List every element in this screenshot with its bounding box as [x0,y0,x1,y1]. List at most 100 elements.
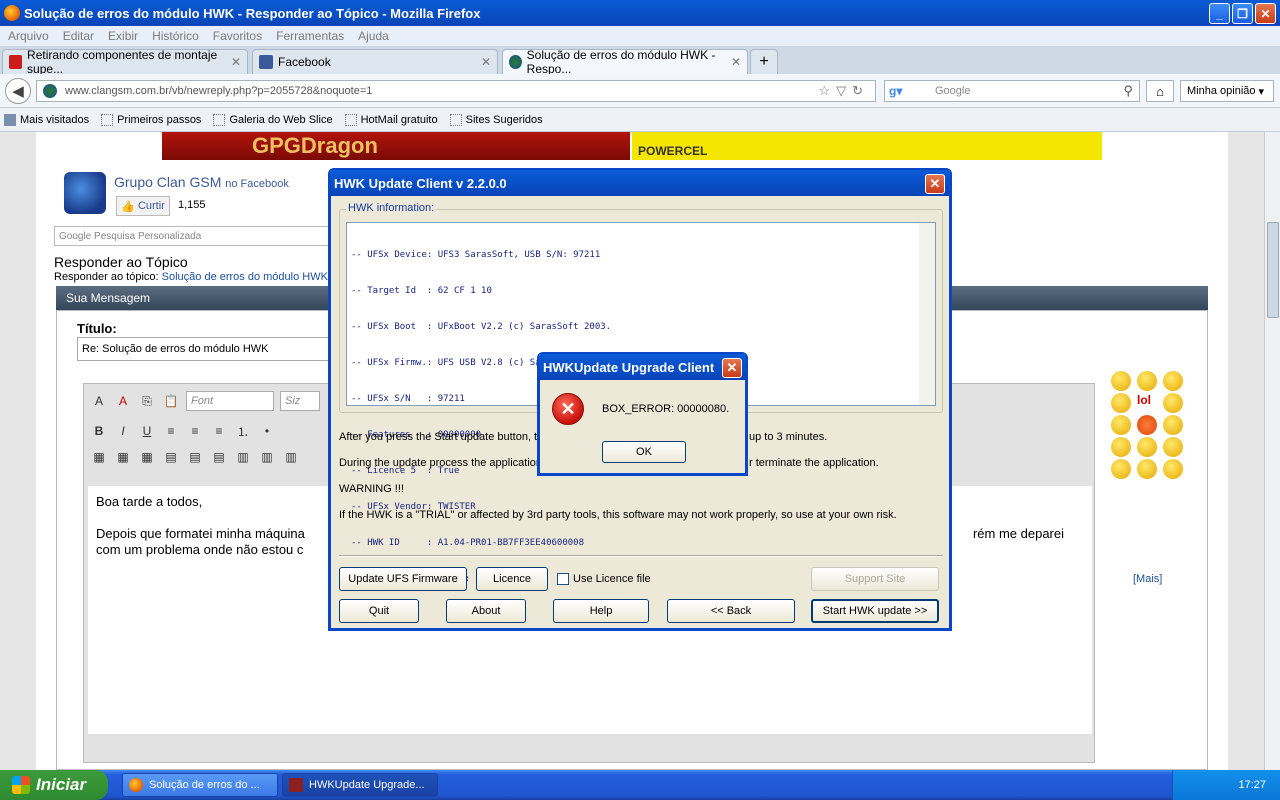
close-tab-icon[interactable]: ✕ [231,55,241,69]
menu-editar[interactable]: Editar [63,29,94,43]
smiley-icon[interactable] [1111,459,1131,479]
menu-favoritos[interactable]: Favoritos [213,29,262,43]
banner-gpgdragon[interactable]: GPGDragon [162,132,630,160]
smiley-icon[interactable] [1111,393,1131,413]
menu-exibir[interactable]: Exibir [108,29,138,43]
minimize-button[interactable]: _ [1209,3,1230,24]
start-update-button[interactable]: Start HWK update >> [811,599,939,623]
smiley-icon[interactable] [1111,437,1131,457]
smiley-icon[interactable] [1163,371,1183,391]
clock[interactable]: 17:27 [1238,779,1266,791]
bullet-list-icon[interactable]: • [258,422,276,440]
table-icon[interactable]: ▦ [138,448,156,466]
opinion-dropdown[interactable]: Minha opinião ▾ [1180,80,1274,102]
google-custom-search[interactable]: Google Pesquisa Personalizada [54,226,334,246]
home-button[interactable]: ⌂ [1146,80,1174,102]
size-select[interactable]: Siz [280,391,320,411]
licence-button[interactable]: Licence [476,567,548,591]
help-button[interactable]: Help [553,599,649,623]
menu-ferramentas[interactable]: Ferramentas [276,29,344,43]
smiley-icon[interactable] [1163,459,1183,479]
scrollbar-thumb[interactable] [1267,222,1279,318]
align-center-icon[interactable]: ≡ [186,422,204,440]
search-input[interactable]: g▾ Google ⚲ [884,80,1140,102]
menu-arquivo[interactable]: Arquivo [8,29,49,43]
menu-ajuda[interactable]: Ajuda [358,29,389,43]
bookmark-hotmail[interactable]: HotMail gratuito [344,113,438,126]
tab-hwk[interactable]: Solução de erros do módulo HWK - Respo..… [502,48,748,76]
row-insert-icon[interactable]: ▤ [162,448,180,466]
hwk-close-button[interactable]: ✕ [925,174,945,194]
bold-icon[interactable]: B [90,422,108,440]
lol-icon[interactable]: lol [1137,393,1157,413]
align-right-icon[interactable]: ≡ [210,422,228,440]
column-delete-icon[interactable]: ▥ [282,448,300,466]
tab-facebook[interactable]: Facebook ✕ [252,49,498,74]
window-title: Solução de erros do módulo HWK - Respond… [24,5,481,21]
error-close-button[interactable]: ✕ [722,358,742,378]
smiley-icon[interactable] [1137,459,1157,479]
like-button[interactable]: 👍 Curtir [116,196,170,216]
font-style-icon[interactable]: A [90,392,108,410]
close-tab-icon[interactable]: ✕ [481,55,491,69]
more-smilies-link[interactable]: [Mais] [1133,573,1162,585]
checkbox-box[interactable] [557,573,569,585]
bookmark-primeiros-passos[interactable]: Primeiros passos [101,113,201,126]
smiley-icon[interactable] [1137,437,1157,457]
smiley-icon[interactable] [1137,371,1157,391]
group-logo[interactable] [64,172,106,214]
taskbar-firefox[interactable]: Solução de erros do ... [122,773,278,797]
topic-link[interactable]: Solução de erros do módulo HWK [162,271,328,283]
url-actions-icon[interactable]: ☆▽↻ [818,83,869,99]
use-licence-checkbox[interactable]: Use Licence file [557,573,651,585]
like-count: 1,155 [178,199,206,211]
log-scrollbar[interactable] [919,223,935,405]
back-step-button[interactable]: << Back [667,599,795,623]
title-label: Título: [77,321,117,336]
bookmark-mais-visitados[interactable]: Mais visitados [4,113,89,126]
numbered-list-icon[interactable]: ⒈ [234,422,252,440]
close-window-button[interactable]: ✕ [1255,3,1276,24]
align-left-icon[interactable]: ≡ [162,422,180,440]
copy-icon[interactable]: ⎘ [138,392,156,410]
ok-button[interactable]: OK [602,441,686,463]
url-bar[interactable]: www.clangsm.com.br/vb/newreply.php?p=205… [36,80,876,102]
bookmark-web-slice[interactable]: Galeria do Web Slice [213,113,333,126]
facebook-group-name[interactable]: Grupo Clan GSM no Facebook [114,174,289,190]
close-tab-icon[interactable]: ✕ [731,55,741,69]
smiley-icon[interactable] [1111,371,1131,391]
font-color-icon[interactable]: A [114,392,132,410]
heart-icon[interactable] [1137,415,1157,435]
start-button[interactable]: Iniciar [0,770,108,800]
support-site-button[interactable]: Support Site [811,567,939,591]
smiley-icon[interactable] [1163,393,1183,413]
italic-icon[interactable]: I [114,422,132,440]
about-button[interactable]: About [446,599,526,623]
table-icon[interactable]: ▦ [114,448,132,466]
search-icon[interactable]: ⚲ [1123,83,1133,99]
quit-button[interactable]: Quit [339,599,419,623]
smiley-icon[interactable] [1163,415,1183,435]
back-button[interactable]: ◀ [5,78,31,104]
menu-historico[interactable]: Histórico [152,29,199,43]
new-tab-button[interactable]: + [750,49,778,74]
paste-icon[interactable]: 📋 [162,392,180,410]
table-icon[interactable]: ▦ [90,448,108,466]
page-scrollbar[interactable] [1264,132,1280,770]
banner-powercel[interactable]: POWERCEL [632,132,1102,160]
bookmark-sites-sugeridos[interactable]: Sites Sugeridos [449,113,543,126]
row-delete-icon[interactable]: ▤ [210,448,228,466]
smiley-icon[interactable] [1111,415,1131,435]
restore-button[interactable]: ❐ [1232,3,1253,24]
tab-retirando[interactable]: Retirando componentes de montaje supe...… [2,48,248,76]
row-insert-icon[interactable]: ▤ [186,448,204,466]
firefox-title-bar: Solução de erros do módulo HWK - Respond… [0,0,1280,26]
font-select[interactable]: Font [186,391,274,411]
taskbar-hwk[interactable]: HWKUpdate Upgrade... [282,773,438,797]
title-input[interactable]: Re: Solução de erros do módulo HWK [77,337,337,361]
underline-icon[interactable]: U [138,422,156,440]
column-insert-icon[interactable]: ▥ [234,448,252,466]
update-firmware-button[interactable]: Update UFS Firmware [339,567,467,591]
smiley-icon[interactable] [1163,437,1183,457]
column-insert-icon[interactable]: ▥ [258,448,276,466]
